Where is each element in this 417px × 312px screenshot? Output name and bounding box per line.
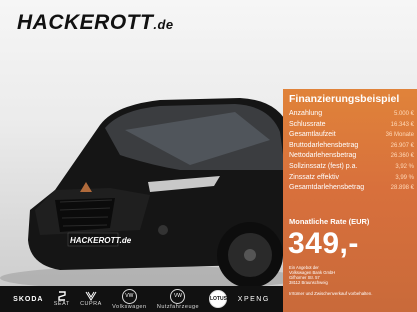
financing-row: Gesamtdarlehensbetrag 28.898 € [289, 183, 414, 194]
financing-rows: Anzahlung 5.000 € Schlussrate 16.343 € Ges… [289, 109, 414, 194]
brand-cupra[interactable]: CUPRA [80, 291, 102, 307]
row-value: 26.907 € [390, 142, 414, 149]
brand-name: SKODA [13, 295, 44, 303]
vw-commercial-logo-icon: VW [170, 288, 186, 304]
financing-row: Schlussrate 16.343 € [289, 120, 414, 131]
row-value: 26.360 € [390, 153, 414, 160]
lotus-logo-icon: LOTUS [209, 290, 228, 308]
financing-row: Bruttodarlehensbetrag 26.907 € [289, 141, 414, 152]
row-label: Zinssatz effektiv [289, 173, 340, 181]
monthly-rate-value: 349,- [288, 227, 359, 260]
financing-row: Nettodarlehensbetrag 26.360 € [289, 151, 414, 162]
row-value: 16.343 € [390, 121, 414, 128]
row-value: 5.000 € [393, 111, 414, 117]
brand-volkswagen[interactable]: VW Volkswagen [112, 288, 147, 310]
offer-line: 38112 Braunschweig [289, 280, 328, 285]
brand-name: SEAT [53, 301, 70, 307]
brand-seat[interactable]: SEAT [54, 291, 70, 307]
monthly-rate-label: Monatliche Rate (EUR) [289, 217, 370, 226]
cupra-logo-icon [85, 291, 97, 301]
disclaimer: Irrtümer und Zwischenverkauf vorbehalten… [289, 291, 373, 296]
hackerott-logo[interactable]: HACKEROTT.de [17, 11, 174, 35]
row-label: Gesamtdarlehensbetrag [289, 184, 365, 192]
offer-address: Ein Angebot der Volkswagen Bank GmbH Gif… [289, 265, 335, 285]
brand-lotus[interactable]: LOTUS [209, 290, 228, 308]
brand-xpeng[interactable]: XPENG [238, 296, 270, 303]
row-value: 3,99 % [395, 174, 414, 181]
brand-vw-nutzfahrzeuge[interactable]: VW Nutzfahrzeuge [156, 288, 200, 310]
financing-row: Gesamtlaufzeit 36 Monate [289, 130, 414, 141]
plate-text: HACKEROTT.de [70, 236, 132, 245]
row-label: Sollzinssatz (fest) p.a. [289, 162, 358, 170]
vw-logo-icon: VW [121, 288, 137, 304]
vehicle-ad-banner: HACKEROTT.de HACKEROTT.de Finanzierungsb… [0, 0, 417, 312]
car-image: HACKEROTT.de [0, 98, 300, 290]
financing-row: Zinssatz effektiv 3,99 % [289, 173, 414, 184]
brand-name: LOTUS [209, 296, 227, 302]
row-label: Bruttodarlehensbetrag [289, 141, 359, 149]
brand-name: Nutzfahrzeuge [156, 303, 200, 310]
logo-suffix: .de [153, 17, 174, 32]
row-label: Schlussrate [289, 120, 326, 128]
seat-logo-icon [58, 291, 66, 301]
row-label: Anzahlung [289, 110, 323, 117]
brand-name: Volkswagen [112, 303, 147, 310]
financing-row: Sollzinssatz (fest) p.a. 3,92 % [289, 162, 414, 173]
row-value: 36 Monate [385, 132, 414, 139]
row-label: Nettodarlehensbetrag [289, 152, 357, 160]
brand-skoda[interactable]: SKODA [13, 296, 43, 303]
row-label: Gesamtlaufzeit [289, 131, 336, 139]
brand-name: CUPRA [80, 301, 102, 307]
panel-title: Finanzierungsbeispiel [289, 93, 400, 105]
row-value: 3,92 % [395, 163, 414, 170]
brand-bar: SKODA SEAT CUPRA VW Volkswagen VW Nutzfa… [0, 286, 283, 312]
row-value: 28.898 € [390, 185, 414, 192]
financing-row: Anzahlung 5.000 € [289, 109, 414, 120]
brand-name: XPENG [237, 295, 270, 303]
financing-panel: Finanzierungsbeispiel Anzahlung 5.000 € S… [283, 89, 417, 312]
logo-name: HACKEROTT [17, 11, 154, 34]
